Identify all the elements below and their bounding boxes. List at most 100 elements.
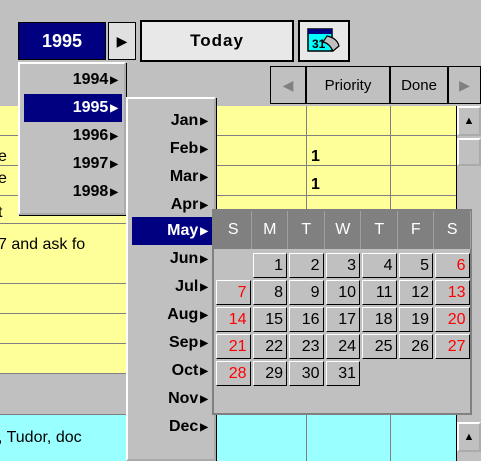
month-menu-item-apr[interactable]: Apr ▶ bbox=[171, 191, 208, 219]
year-menu-arrow-button[interactable]: ▶ bbox=[108, 22, 136, 60]
weekday-label: S bbox=[216, 211, 252, 249]
calendar-day[interactable]: 23 bbox=[289, 334, 324, 359]
weekday-label: T bbox=[289, 211, 325, 249]
calendar-day[interactable]: 4 bbox=[362, 253, 397, 278]
calendar-day[interactable]: 11 bbox=[362, 280, 397, 305]
triangle-right-icon: ▶ bbox=[200, 393, 208, 405]
year-menu-item-1998[interactable]: 1998 ▶ bbox=[73, 178, 118, 206]
calendar-day-empty bbox=[216, 253, 251, 278]
year-menu: 1994 ▶ 1995 ▶ 1996 ▶ 1997 ▶ 1998 ▶ bbox=[18, 62, 126, 215]
column-header-bar: ◀ Priority Done ▶ bbox=[270, 66, 481, 106]
calendar-day[interactable]: 8 bbox=[252, 280, 287, 305]
column-header-priority[interactable]: Priority bbox=[306, 66, 390, 104]
month-menu-item-label: Jul bbox=[175, 278, 199, 295]
calendar-day[interactable]: 25 bbox=[362, 334, 397, 359]
task-text-fragment: e bbox=[0, 148, 7, 165]
triangle-right-icon: ▶ bbox=[200, 115, 208, 127]
year-menu-item-1995[interactable]: 1995 ▶ bbox=[24, 94, 122, 122]
triangle-right-icon: ▶ bbox=[200, 225, 208, 237]
year-menu-item-1997[interactable]: 1997 ▶ bbox=[73, 150, 118, 178]
mini-calendar: SMTWTFS 1 2 3 4 5 6 7 8 9 10 11 12 13 14 15 16 17 18 19 20 2… bbox=[212, 209, 472, 415]
calendar-day[interactable]: 18 bbox=[362, 307, 397, 332]
today-button[interactable]: Today bbox=[140, 20, 294, 62]
month-menu-item-dec[interactable]: Dec ▶ bbox=[169, 413, 208, 441]
calendar-day[interactable]: 13 bbox=[435, 280, 470, 305]
vertical-scrollbar[interactable]: ▲ bbox=[456, 414, 481, 461]
calendar-icon-number: 31 bbox=[312, 37, 326, 51]
month-menu-item-label: Sep bbox=[168, 334, 199, 351]
calendar-day[interactable]: 22 bbox=[252, 334, 287, 359]
task-text-line: , Tudor, doc bbox=[0, 429, 82, 446]
month-menu-item-mar[interactable]: Mar ▶ bbox=[170, 163, 208, 191]
calendar-day[interactable]: 10 bbox=[325, 280, 360, 305]
weekday-label: T bbox=[362, 211, 398, 249]
calendar-day[interactable]: 2 bbox=[289, 253, 324, 278]
calendar-day[interactable]: 24 bbox=[325, 334, 360, 359]
calendar-day[interactable]: 15 bbox=[252, 307, 287, 332]
calendar-day[interactable]: 3 bbox=[325, 253, 360, 278]
weekday-label: S bbox=[435, 211, 471, 249]
calendar-day[interactable]: 27 bbox=[435, 334, 470, 359]
triangle-right-icon: ▶ bbox=[116, 32, 128, 49]
calendar-day[interactable]: 16 bbox=[289, 307, 324, 332]
triangle-right-icon: ▶ bbox=[110, 102, 118, 114]
year-menu-item-1996[interactable]: 1996 ▶ bbox=[73, 122, 118, 150]
scroll-thumb[interactable] bbox=[457, 138, 481, 166]
month-menu-item-label: Oct bbox=[171, 362, 199, 379]
triangle-right-icon: ▶ bbox=[110, 74, 118, 86]
calendar-day[interactable]: 7 bbox=[216, 280, 251, 305]
month-menu-item-sep[interactable]: Sep ▶ bbox=[169, 329, 208, 357]
month-menu-item-jun[interactable]: Jun ▶ bbox=[170, 245, 208, 273]
scroll-up-button[interactable]: ▲ bbox=[457, 422, 481, 452]
triangle-right-icon: ▶ bbox=[110, 130, 118, 142]
year-button[interactable]: 1995 bbox=[18, 22, 106, 60]
month-menu-item-aug[interactable]: Aug ▶ bbox=[167, 301, 208, 329]
month-menu-item-jan[interactable]: Jan ▶ bbox=[171, 107, 208, 135]
month-menu-item-nov[interactable]: Nov ▶ bbox=[168, 385, 208, 413]
month-menu-item-feb[interactable]: Feb ▶ bbox=[170, 135, 208, 163]
calendar-day[interactable]: 20 bbox=[435, 307, 470, 332]
triangle-right-icon: ▶ bbox=[200, 309, 208, 321]
calendar-day[interactable]: 30 bbox=[289, 361, 324, 386]
calendar-day[interactable]: 5 bbox=[398, 253, 433, 278]
task-text-fragment: e bbox=[0, 170, 7, 187]
arrow-up-icon: ▲ bbox=[463, 115, 475, 127]
month-menu-item-oct[interactable]: Oct ▶ bbox=[172, 357, 208, 385]
month-menu-item-label: Apr bbox=[170, 196, 199, 213]
task-text-line: 7 and ask fo bbox=[0, 236, 86, 253]
calendar-day[interactable]: 6 bbox=[435, 253, 470, 278]
month-menu-item-label: Aug bbox=[167, 306, 199, 323]
column-header-done[interactable]: Done bbox=[390, 66, 448, 104]
calendar-icon-button[interactable]: 31 bbox=[298, 20, 350, 62]
calendar-day[interactable]: 19 bbox=[398, 307, 433, 332]
year-menu-item-1994[interactable]: 1994 ▶ bbox=[73, 66, 118, 94]
calendar-day[interactable]: 9 bbox=[289, 280, 324, 305]
calendar-day[interactable]: 1 bbox=[252, 253, 287, 278]
weekday-label: M bbox=[253, 211, 288, 249]
scroll-columns-left-button[interactable]: ◀ bbox=[270, 66, 306, 104]
calendar-day[interactable]: 26 bbox=[398, 334, 433, 359]
calendar-day[interactable]: 29 bbox=[252, 361, 287, 386]
arrow-up-icon: ▲ bbox=[463, 431, 475, 443]
month-menu-item-label: Nov bbox=[168, 390, 199, 407]
triangle-right-icon: ▶ bbox=[200, 143, 208, 155]
calendar-day-empty bbox=[435, 361, 470, 386]
calendar-day[interactable]: 28 bbox=[216, 361, 251, 386]
calendar-day[interactable]: 17 bbox=[325, 307, 360, 332]
month-menu-item-label: Dec bbox=[168, 418, 199, 435]
scroll-columns-right-button[interactable]: ▶ bbox=[448, 66, 481, 104]
column-header-done-label: Done bbox=[401, 76, 437, 94]
month-menu-item-jul[interactable]: Jul ▶ bbox=[175, 273, 208, 301]
calendar-day[interactable]: 14 bbox=[216, 307, 251, 332]
month-menu-item-label: Mar bbox=[169, 168, 199, 185]
triangle-right-icon: ▶ bbox=[200, 365, 208, 377]
year-menu-item-label: 1994 bbox=[72, 71, 109, 88]
calendar-day[interactable]: 12 bbox=[398, 280, 433, 305]
scroll-up-button[interactable]: ▲ bbox=[457, 106, 481, 136]
calendar-day[interactable]: 21 bbox=[216, 334, 251, 359]
month-menu-item-may[interactable]: May ▶ bbox=[132, 217, 212, 245]
weekday-label: F bbox=[399, 211, 434, 249]
calendar-day[interactable]: 31 bbox=[325, 361, 360, 386]
year-button-label: 1995 bbox=[41, 30, 83, 51]
toolbar: 1995 ▶ Today 31 bbox=[0, 0, 481, 70]
